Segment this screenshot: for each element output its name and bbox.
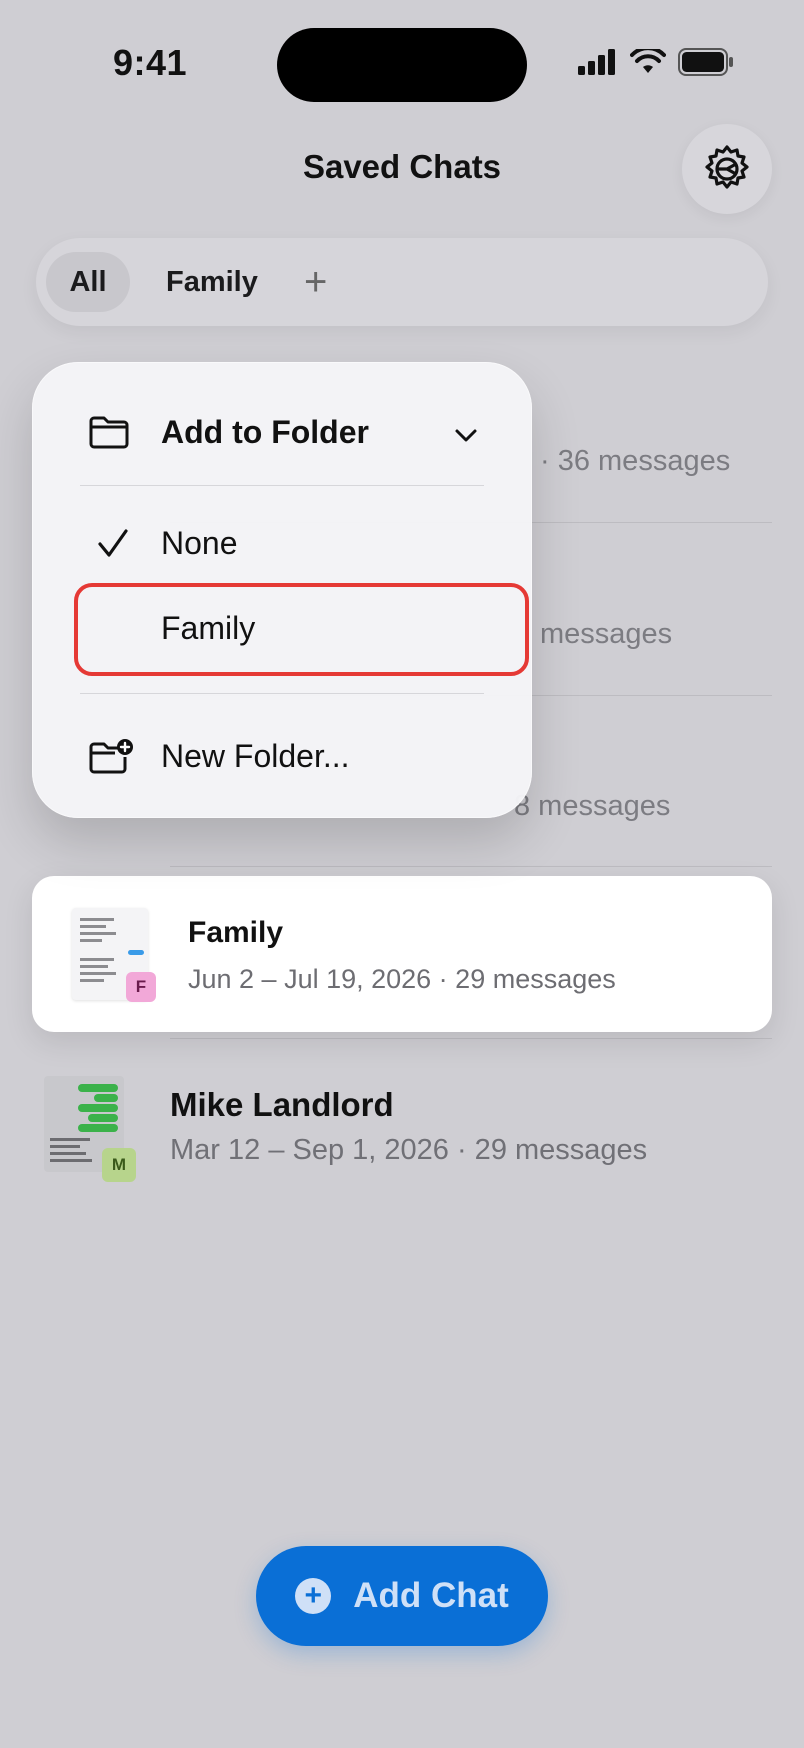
status-icons [578,48,734,76]
wifi-icon [630,49,666,73]
folder-add-icon [89,739,133,774]
chat-name[interactable]: Mike Landlord [170,1086,394,1124]
checkmark-icon [98,529,128,557]
chat-name: Family [188,916,284,949]
menu-divider [80,693,484,694]
add-chat-label: Add Chat [353,1576,509,1615]
tab-all[interactable]: All [46,252,130,312]
list-item-meta: 8 messages [514,790,671,822]
menu-header[interactable]: Add to Folder [32,404,532,468]
add-chat-button[interactable]: + Add Chat [256,1546,548,1646]
folder-tabs: All Family + [36,238,768,326]
tab-family[interactable]: Family [166,252,258,312]
dynamic-island [277,28,527,102]
new-folder-button[interactable]: New Folder... [32,728,532,792]
signal-icon [578,49,615,75]
list-divider [170,866,772,867]
chat-dates: Jun 2 – Jul 19, 2026 · 29 messages [188,964,616,994]
chat-badge: M [102,1148,136,1182]
chat-thumbnail: M [44,1076,136,1184]
chevron-down-icon [455,429,477,442]
chat-badge: F [126,972,156,1002]
new-folder-label: New Folder... [161,738,350,774]
list-divider [170,1038,772,1039]
plus-circle-icon: + [295,1578,332,1614]
list-item-meta: messages [540,618,673,650]
menu-title: Add to Folder [161,414,369,450]
chat-card-family[interactable]: F Family Jun 2 – Jul 19, 2026 · 29 messa… [32,876,772,1032]
menu-divider [80,485,484,486]
chat-thumbnail: F [72,908,156,1002]
chat-dates: Mar 12 – Sep 1, 2026 · 29 messages [170,1134,648,1166]
list-item-meta: · 36 messages [540,445,731,477]
highlight-box [74,583,529,676]
folder-icon [89,416,129,449]
menu-option-label: None [161,525,238,561]
add-folder-tab[interactable]: + [304,252,327,312]
settings-button[interactable] [682,124,772,214]
status-time: 9:41 [113,42,188,83]
menu-option-none[interactable]: None [32,517,532,577]
gear-icon [705,145,749,189]
battery-icon [678,48,733,76]
